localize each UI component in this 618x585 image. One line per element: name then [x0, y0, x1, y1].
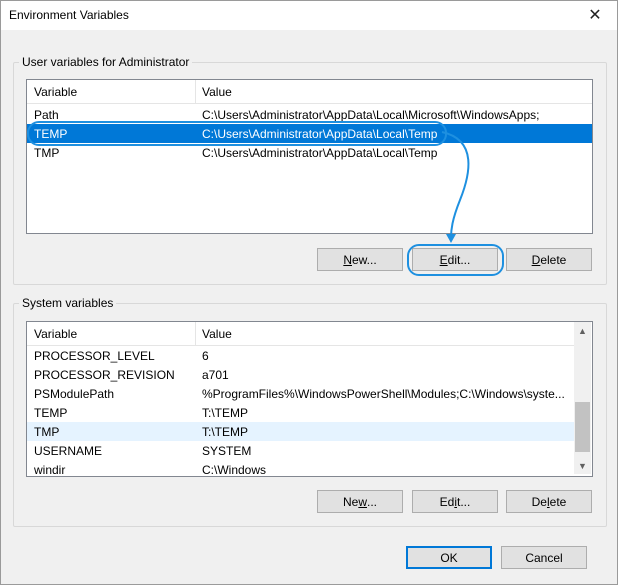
list-header: Variable Value [27, 322, 575, 346]
table-row[interactable]: PROCESSOR_REVISION a701 [27, 365, 575, 384]
cancel-button[interactable]: Cancel [501, 546, 587, 569]
cell-value: T:\TEMP [202, 425, 249, 439]
user-variables-list[interactable]: Variable Value Path C:\Users\Administrat… [26, 79, 593, 234]
cell-variable: PSModulePath [34, 387, 115, 401]
table-row[interactable]: TMP C:\Users\Administrator\AppData\Local… [27, 143, 592, 162]
cell-variable: TMP [34, 425, 60, 439]
table-row[interactable]: USERNAME SYSTEM [27, 441, 575, 460]
system-variables-list[interactable]: Variable Value PROCESSOR_LEVEL 6 PROCESS… [26, 321, 593, 477]
user-edit-button[interactable]: Edit... [412, 248, 498, 271]
column-header-variable[interactable]: Variable [34, 85, 77, 99]
cell-variable: windir [34, 463, 66, 477]
scroll-down-icon[interactable]: ▼ [574, 457, 591, 474]
cell-variable: TMP [34, 146, 60, 160]
column-header-value[interactable]: Value [202, 327, 232, 341]
system-delete-button[interactable]: De l ete [506, 490, 592, 513]
system-new-button[interactable]: Ne w... [317, 490, 403, 513]
cell-value: C:\Users\Administrator\AppData\Local\Tem… [202, 146, 438, 160]
cell-value: 6 [202, 349, 209, 363]
window-title: Environment Variables [9, 8, 129, 22]
table-row-selected[interactable]: TEMP C:\Users\Administrator\AppData\Loca… [27, 124, 592, 143]
cell-value: %ProgramFiles%\WindowsPowerShell\Modules… [202, 387, 565, 401]
column-header-value[interactable]: Value [202, 85, 232, 99]
cell-variable: PROCESSOR_REVISION [34, 368, 175, 382]
table-row-hovered[interactable]: TMP T:\TEMP [27, 422, 575, 441]
column-header-variable[interactable]: Variable [34, 327, 77, 341]
table-row[interactable]: windir C:\Windows [27, 460, 575, 477]
vertical-scrollbar[interactable]: ▲ ▼ [574, 322, 591, 474]
table-row[interactable]: Path C:\Users\Administrator\AppData\Loca… [27, 105, 592, 124]
system-edit-button[interactable]: Ed i t... [412, 490, 498, 513]
cell-variable: TEMP [34, 406, 68, 420]
system-variables-label: System variables [19, 296, 117, 310]
cell-variable: USERNAME [34, 444, 103, 458]
ok-button[interactable]: OK [406, 546, 492, 569]
cell-value: C:\Windows [202, 463, 267, 477]
title-bar: Environment Variables ✕ [0, 0, 618, 30]
table-row[interactable]: PROCESSOR_LEVEL 6 [27, 346, 575, 365]
user-delete-button[interactable]: Delete [506, 248, 592, 271]
scroll-up-icon[interactable]: ▲ [574, 322, 591, 339]
cell-value: T:\TEMP [202, 406, 249, 420]
cell-value: C:\Users\Administrator\AppData\Local\Tem… [202, 127, 438, 141]
cell-variable: PROCESSOR_LEVEL [34, 349, 155, 363]
user-new-button[interactable]: New... [317, 248, 403, 271]
user-variables-label: User variables for Administrator [19, 55, 193, 69]
cell-variable: Path [34, 108, 59, 122]
cell-variable: TEMP [34, 127, 68, 141]
table-row[interactable]: TEMP T:\TEMP [27, 403, 575, 422]
close-icon[interactable]: ✕ [572, 0, 618, 30]
scrollbar-thumb[interactable] [575, 402, 590, 452]
table-row[interactable]: PSModulePath %ProgramFiles%\WindowsPower… [27, 384, 575, 403]
list-header: Variable Value [27, 80, 592, 104]
cell-value: SYSTEM [202, 444, 252, 458]
cell-value: a701 [202, 368, 229, 382]
cell-value: C:\Users\Administrator\AppData\Local\Mic… [202, 108, 540, 122]
